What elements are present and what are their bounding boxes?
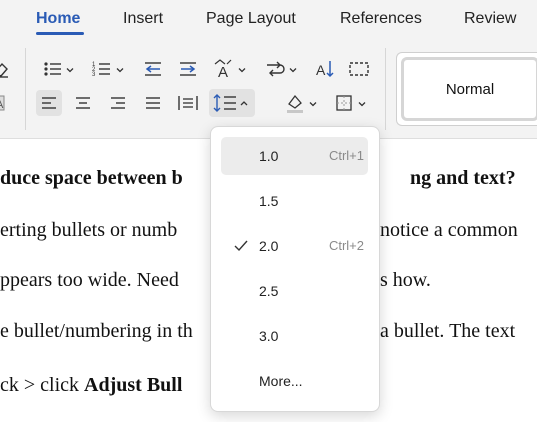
chevron-down-icon[interactable] — [66, 66, 74, 74]
menu-item-more[interactable]: More... — [221, 362, 368, 400]
document-paragraph-line: ppears too wide. Need s how. — [0, 269, 431, 292]
menu-item-spacing-1-0[interactable]: 1.0 Ctrl+1 — [221, 137, 368, 175]
tab-review[interactable]: Review — [464, 10, 516, 28]
ribbon-separator — [385, 48, 386, 130]
menu-item-label: 2.0 — [259, 238, 279, 254]
document-paragraph-line: erting bullets or numb notice a common — [0, 219, 518, 242]
sort-icon[interactable]: A — [312, 56, 338, 82]
menu-item-label: 1.5 — [259, 193, 279, 209]
menu-item-spacing-2-0[interactable]: 2.0 Ctrl+2 — [221, 227, 368, 265]
document-heading: duce space between b ng and text? — [0, 167, 516, 190]
eraser-icon[interactable] — [0, 56, 14, 82]
borders-icon[interactable] — [331, 90, 357, 116]
chevron-down-icon[interactable] — [289, 66, 297, 74]
tab-insert[interactable]: Insert — [123, 10, 163, 28]
text-segment: ck > click — [0, 374, 85, 396]
numbered-list-icon[interactable]: 123 — [89, 56, 115, 82]
shading-icon[interactable] — [282, 90, 308, 116]
text-segment: duce space between b — [0, 167, 183, 189]
tab-home[interactable]: Home — [36, 10, 80, 28]
text-segment: ng and text? — [410, 167, 516, 189]
chevron-down-icon[interactable] — [309, 100, 317, 108]
style-normal[interactable]: Normal — [401, 57, 537, 121]
chevron-down-icon[interactable] — [116, 66, 124, 74]
checkmark-icon — [234, 240, 248, 252]
decrease-indent-icon[interactable] — [140, 56, 166, 82]
chevron-down-icon[interactable] — [238, 66, 246, 74]
document-paragraph-line: e bullet/numbering in th a bullet. The te… — [0, 320, 515, 343]
justify-icon[interactable] — [140, 90, 166, 116]
menu-item-spacing-1-5[interactable]: 1.5 — [221, 182, 368, 220]
text-segment: a bullet. The text — [380, 320, 516, 342]
menu-item-label: 3.0 — [259, 328, 279, 344]
document-paragraph-line: ck > click Adjust Bull — [0, 374, 182, 397]
active-tab-indicator — [36, 32, 84, 35]
menu-item-spacing-2-5[interactable]: 2.5 — [221, 272, 368, 310]
menu-item-label: 2.5 — [259, 283, 279, 299]
menu-item-shortcut: Ctrl+2 — [328, 238, 364, 253]
menu-item-spacing-3-0[interactable]: 3.0 — [221, 317, 368, 355]
increase-indent-icon[interactable] — [175, 56, 201, 82]
svg-text:3: 3 — [92, 72, 96, 78]
show-marks-icon[interactable] — [346, 56, 372, 82]
line-spacing-icon — [213, 94, 248, 112]
bullet-list-icon[interactable] — [40, 56, 66, 82]
align-center-icon[interactable] — [70, 90, 96, 116]
text-segment-bold: Adjust Bull — [84, 374, 183, 396]
svg-text:A: A — [316, 62, 326, 78]
change-case-icon[interactable]: A — [212, 56, 238, 82]
align-right-icon[interactable] — [105, 90, 131, 116]
highlight-icon[interactable]: A — [0, 90, 12, 116]
line-spacing-menu: 1.0 Ctrl+1 1.5 2.0 Ctrl+2 2.5 3.0 More..… — [210, 126, 380, 412]
ribbon-separator — [25, 48, 26, 130]
align-left-icon[interactable] — [36, 90, 62, 116]
text-direction-icon[interactable] — [262, 56, 288, 82]
menu-item-shortcut: Ctrl+1 — [328, 148, 364, 163]
text-segment: e bullet/numbering in th — [0, 320, 193, 342]
ribbon-tab-bar: Home Insert Page Layout References Revie… — [0, 0, 537, 40]
svg-text:A: A — [218, 64, 228, 80]
text-segment: ppears too wide. Need — [0, 269, 179, 291]
text-segment: notice a common — [380, 219, 518, 241]
menu-item-label: More... — [259, 373, 303, 389]
distributed-icon[interactable] — [175, 90, 201, 116]
line-spacing-button[interactable] — [209, 89, 255, 117]
tab-references[interactable]: References — [340, 10, 422, 28]
text-segment: erting bullets or numb — [0, 219, 178, 241]
text-segment: s how. — [380, 269, 431, 291]
chevron-down-icon[interactable] — [358, 100, 366, 108]
tab-page-layout[interactable]: Page Layout — [206, 10, 296, 28]
menu-item-label: 1.0 — [259, 148, 279, 164]
